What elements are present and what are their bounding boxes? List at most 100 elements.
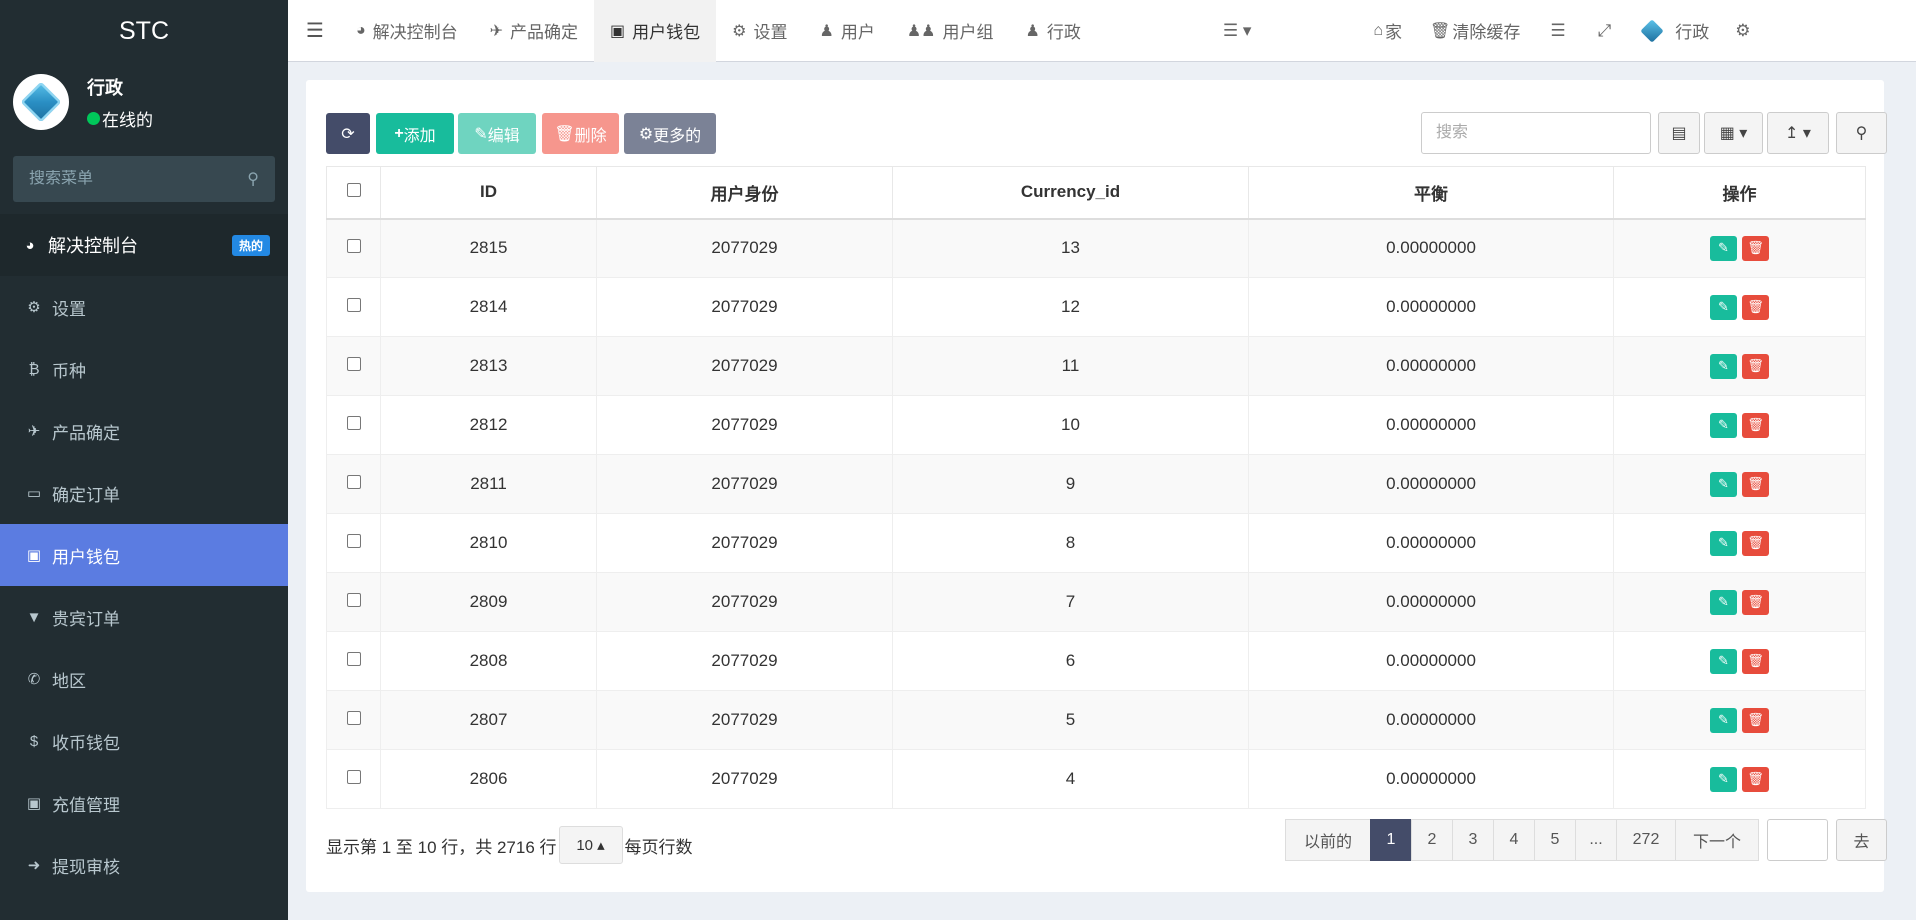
sidebar-item-settings[interactable]: ⚙ 设置 [0,276,288,338]
page-4-button[interactable]: 4 [1493,819,1535,861]
menu-toggle-icon[interactable]: ☰ [288,0,340,62]
row-delete-trash-icon[interactable]: 🗑 [1742,412,1769,438]
page-1-button[interactable]: 1 [1370,819,1412,861]
row-edit-pencil-icon[interactable]: ✎ [1710,235,1737,261]
page-2-button[interactable]: 2 [1411,819,1453,861]
page-5-button[interactable]: 5 [1534,819,1576,861]
column-header-user-id[interactable]: 用户身份 [596,166,893,220]
sidebar-item-dashboard[interactable]: ◕ 解决控制台 热的 [0,214,288,276]
row-edit-pencil-icon[interactable]: ✎ [1710,353,1737,379]
select-all-checkbox[interactable] [326,166,381,220]
avatar[interactable] [13,74,69,130]
prev-page-button[interactable]: 以前的 [1285,819,1371,861]
table-row[interactable]: 2807 2077029 5 0.00000000 ✎ 🗑 [326,690,1866,750]
add-button[interactable]: + 添加 [376,113,454,154]
row-delete-trash-icon[interactable]: 🗑 [1742,530,1769,556]
search-icon[interactable]: ⚲ [1836,112,1887,154]
table-row[interactable]: 2812 2077029 10 0.00000000 ✎ 🗑 [326,395,1866,455]
more-button[interactable]: ⚙ 更多的 [624,113,716,154]
sidebar-search-input[interactable] [29,170,229,188]
row-delete-trash-icon[interactable]: 🗑 [1742,353,1769,379]
export-dropdown-icon[interactable]: ↥ ▾ [1767,112,1829,154]
row-edit-pencil-icon[interactable]: ✎ [1710,471,1737,497]
row-checkbox[interactable] [326,631,381,691]
sidebar-item-receive-wallet[interactable]: $ 收币钱包 [0,710,288,772]
page-3-button[interactable]: 3 [1452,819,1494,861]
admin-menu[interactable]: 行政 [1627,0,1723,62]
clear-cache-button[interactable]: 🗑 清除缓存 [1416,0,1534,62]
table-row[interactable]: 2814 2077029 12 0.00000000 ✎ 🗑 [326,277,1866,337]
row-edit-pencil-icon[interactable]: ✎ [1710,766,1737,792]
brand-logo[interactable]: STC [0,0,288,62]
toggle-view-icon[interactable]: ▤ [1658,112,1700,154]
translate-icon[interactable]: ☰ [1534,0,1581,62]
edit-button[interactable]: ✎ 编辑 [458,113,536,154]
sidebar-item-recharge[interactable]: ▣ 充值管理 [0,772,288,834]
row-checkbox[interactable] [326,513,381,573]
row-edit-pencil-icon[interactable]: ✎ [1710,707,1737,733]
columns-dropdown-icon[interactable]: ▦ ▾ [1704,112,1763,154]
row-edit-pencil-icon[interactable]: ✎ [1710,294,1737,320]
row-delete-trash-icon[interactable]: 🗑 [1742,766,1769,792]
row-checkbox[interactable] [326,454,381,514]
table-row[interactable]: 2811 2077029 9 0.00000000 ✎ 🗑 [326,454,1866,514]
delete-button[interactable]: 🗑 删除 [542,113,619,154]
table-row[interactable]: 2810 2077029 8 0.00000000 ✎ 🗑 [326,513,1866,573]
row-checkbox[interactable] [326,336,381,396]
money-icon: ▣ [26,795,42,812]
table-row[interactable]: 2813 2077029 11 0.00000000 ✎ 🗑 [326,336,1866,396]
row-delete-trash-icon[interactable]: 🗑 [1742,707,1769,733]
tab-user-wallet[interactable]: ▣ 用户钱包 [594,0,717,62]
sidebar-item-withdraw[interactable]: ➜ 提现审核 [0,834,288,896]
goto-page-button[interactable]: 去 [1836,819,1887,861]
tab-admin[interactable]: ♟ 行政 [1010,0,1097,62]
search-icon[interactable]: ⚲ [247,169,259,189]
column-header-id[interactable]: ID [380,166,597,220]
row-delete-trash-icon[interactable]: 🗑 [1742,235,1769,261]
tab-users[interactable]: ♟ 用户 [803,0,890,62]
sidebar-item-orders[interactable]: ▭ 确定订单 [0,462,288,524]
row-checkbox[interactable] [326,690,381,750]
table-row[interactable]: 2809 2077029 7 0.00000000 ✎ 🗑 [326,572,1866,632]
dashboard-icon: ◕ [355,21,366,39]
table-row[interactable]: 2815 2077029 13 0.00000000 ✎ 🗑 [326,218,1866,278]
row-delete-trash-icon[interactable]: 🗑 [1742,294,1769,320]
row-edit-pencil-icon[interactable]: ✎ [1710,530,1737,556]
tabs-dropdown-icon[interactable]: ☰ ▾ [1207,0,1268,62]
sidebar-item-currency[interactable]: ₿ 币种 [0,338,288,400]
row-checkbox[interactable] [326,572,381,632]
sidebar-item-region[interactable]: ✆ 地区 [0,648,288,710]
row-checkbox[interactable] [326,749,381,809]
home-link[interactable]: ⌂ 家 [1359,0,1416,62]
column-header-currency-id[interactable]: Currency_id [892,166,1249,220]
tab-dashboard[interactable]: ◕ 解决控制台 [340,0,474,62]
page-size-dropdown[interactable]: 10 ▴ [558,826,623,864]
tab-user-groups[interactable]: ♟♟ 用户组 [891,0,1010,62]
page-last-button[interactable]: 272 [1616,819,1676,861]
row-checkbox[interactable] [326,218,381,278]
next-page-button[interactable]: 下一个 [1675,819,1759,861]
refresh-button[interactable]: ⟳ [326,113,370,154]
control-sidebar-gear-icon[interactable]: ⚙ [1723,0,1762,62]
table-cell: 8 [892,513,1249,573]
row-delete-trash-icon[interactable]: 🗑 [1742,589,1769,615]
table-search-input[interactable] [1421,112,1651,154]
sidebar-item-label: 确定订单 [52,485,120,505]
goto-page-input[interactable] [1767,819,1828,861]
row-delete-trash-icon[interactable]: 🗑 [1742,648,1769,674]
row-checkbox[interactable] [326,277,381,337]
tab-products[interactable]: ✈ 产品确定 [474,0,594,62]
fullscreen-icon[interactable]: ⤢ [1582,0,1628,62]
row-edit-pencil-icon[interactable]: ✎ [1710,648,1737,674]
row-checkbox[interactable] [326,395,381,455]
tab-settings[interactable]: ⚙ 设置 [716,0,803,62]
table-row[interactable]: 2808 2077029 6 0.00000000 ✎ 🗑 [326,631,1866,691]
table-row[interactable]: 2806 2077029 4 0.00000000 ✎ 🗑 [326,749,1866,809]
row-edit-pencil-icon[interactable]: ✎ [1710,412,1737,438]
sidebar-item-user-wallet[interactable]: ▣ 用户钱包 [0,524,288,586]
row-delete-trash-icon[interactable]: 🗑 [1742,471,1769,497]
sidebar-item-vip-orders[interactable]: ▼ 贵宾订单 [0,586,288,648]
sidebar-item-products[interactable]: ✈ 产品确定 [0,400,288,462]
row-edit-pencil-icon[interactable]: ✎ [1710,589,1737,615]
column-header-balance[interactable]: 平衡 [1248,166,1614,220]
